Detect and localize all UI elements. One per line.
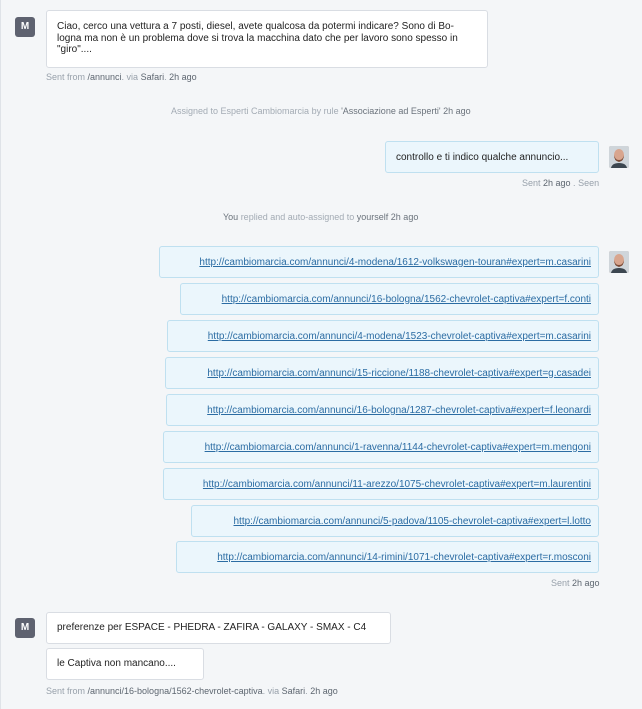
incoming-message: Ciao, cerco una vettura a 7 posti, diese…: [46, 10, 488, 68]
message-text: preferenze per ESPACE - PHEDRA - ZAFIRA …: [57, 622, 367, 634]
link-message: http://cambiomarcia.com/annunci/5-padova…: [191, 505, 599, 537]
listing-link[interactable]: http://cambiomarcia.com/annunci/4-modena…: [199, 257, 591, 268]
event-target: yourself: [356, 212, 389, 222]
meta-prefix: Sent: [522, 178, 544, 188]
link-message: http://cambiomarcia.com/annunci/11-arezz…: [163, 468, 599, 500]
source-link[interactable]: /annunci/16-bologna/1562-chevrolet-capti…: [88, 686, 263, 696]
event-actor: You: [223, 212, 239, 222]
reply-time: 2h ago: [543, 178, 571, 188]
message-meta: Sent from /annunci/16-bologna/1562-chevr…: [46, 686, 338, 696]
agent-photo-icon: [609, 251, 629, 273]
listing-link[interactable]: http://cambiomarcia.com/annunci/16-bolog…: [207, 405, 591, 416]
message-time: 2h ago: [310, 686, 338, 696]
link-message: http://cambiomarcia.com/annunci/16-bolog…: [180, 283, 599, 315]
agent-photo-icon: [609, 146, 629, 168]
event-by: by rule: [309, 106, 342, 116]
meta-prefix: Sent from: [46, 72, 88, 82]
event-action: replied and auto-assigned to: [238, 212, 357, 222]
event-rule: 'Associazione ad Esperti': [341, 106, 441, 116]
user-avatar: M: [15, 618, 35, 638]
message-text: Ciao, cerco una vettura a 7 posti, diese…: [57, 21, 458, 55]
link-message: http://cambiomarcia.com/annunci/16-bolog…: [166, 394, 599, 426]
seen-status: Seen: [578, 178, 600, 188]
message-time: 2h ago: [169, 72, 197, 82]
user-avatar: M: [15, 17, 35, 37]
assign-event: Assigned to Esperti Cambiomarcia by rule…: [171, 106, 471, 116]
listing-link[interactable]: http://cambiomarcia.com/annunci/15-ricci…: [207, 368, 591, 379]
links-meta: Sent 2h ago: [551, 578, 600, 588]
listing-link[interactable]: http://cambiomarcia.com/annunci/11-arezz…: [203, 479, 591, 490]
meta-via: . via: [121, 72, 141, 82]
message-meta: Sent from /annunci. via Safari. 2h ago: [46, 72, 197, 82]
message-text: controllo e ti indico qualche annuncio..…: [396, 151, 569, 163]
incoming-message: le Captiva non mancano....: [46, 648, 204, 680]
link-message: http://cambiomarcia.com/annunci/4-modena…: [159, 246, 599, 278]
link-message: http://cambiomarcia.com/annunci/14-rimin…: [176, 541, 599, 573]
outgoing-message: controllo e ti indico qualche annuncio..…: [385, 141, 599, 173]
browser-name: Safari: [140, 72, 165, 82]
listing-link[interactable]: http://cambiomarcia.com/annunci/1-ravenn…: [205, 442, 591, 453]
agent-avatar: [609, 146, 629, 168]
link-message: http://cambiomarcia.com/annunci/1-ravenn…: [163, 431, 599, 463]
listing-link[interactable]: http://cambiomarcia.com/annunci/5-padova…: [233, 516, 591, 527]
links-time: 2h ago: [572, 578, 600, 588]
event-time: 2h ago: [440, 106, 471, 116]
reply-event: You replied and auto-assigned to yoursel…: [223, 212, 418, 222]
reply-meta: Sent 2h ago . Seen: [522, 178, 599, 188]
incoming-message: preferenze per ESPACE - PHEDRA - ZAFIRA …: [46, 612, 391, 644]
link-message: http://cambiomarcia.com/annunci/4-modena…: [167, 320, 599, 352]
browser-name: Safari: [281, 686, 306, 696]
meta-sep: .: [570, 178, 579, 188]
meta-prefix: Sent from: [46, 686, 88, 696]
agent-avatar: [609, 251, 629, 273]
message-text: le Captiva non mancano....: [57, 658, 176, 670]
listing-link[interactable]: http://cambiomarcia.com/annunci/4-modena…: [208, 331, 591, 342]
source-link[interactable]: /annunci: [88, 72, 122, 82]
listing-link[interactable]: http://cambiomarcia.com/annunci/16-bolog…: [222, 294, 591, 305]
event-prefix: Assigned to: [171, 106, 221, 116]
event-target: Esperti Cambiomarcia: [220, 106, 310, 116]
link-message: http://cambiomarcia.com/annunci/15-ricci…: [165, 357, 599, 389]
meta-via: . via: [262, 686, 282, 696]
event-time: 2h ago: [388, 212, 419, 222]
meta-prefix: Sent: [551, 578, 573, 588]
listing-link[interactable]: http://cambiomarcia.com/annunci/14-rimin…: [217, 552, 591, 563]
